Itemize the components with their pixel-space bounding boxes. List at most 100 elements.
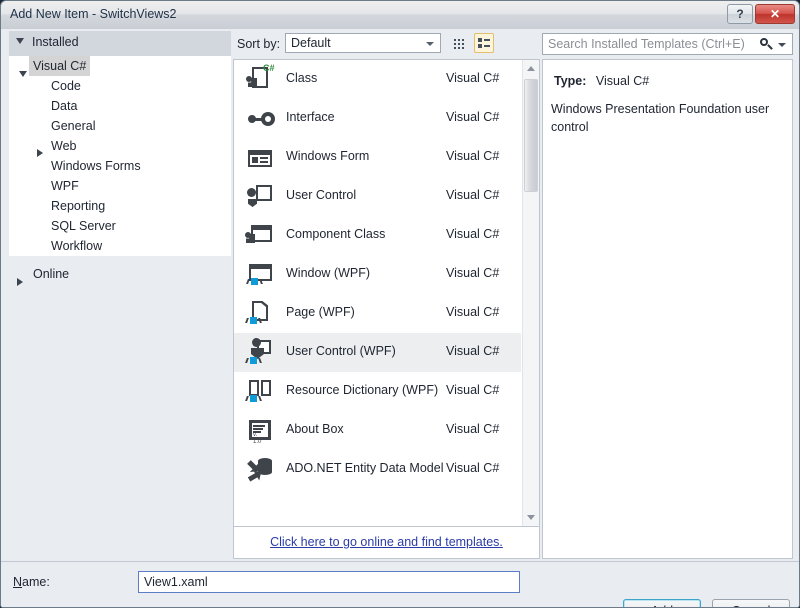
resource-dictionary-wpf-icon bbox=[244, 376, 276, 408]
template-icon bbox=[244, 181, 276, 213]
template-name: Class bbox=[286, 71, 318, 85]
search-placeholder: Search Installed Templates (Ctrl+E) bbox=[548, 37, 745, 51]
close-button[interactable]: ✕ bbox=[755, 4, 795, 24]
tree-item-label: Windows Forms bbox=[51, 159, 141, 173]
dialog-body: Installed Visual C# Code Data General Web Win… bbox=[1, 29, 799, 607]
template-name: ADO.NET Entity Data Model bbox=[286, 461, 444, 475]
tree-item-sql-server[interactable]: SQL Server bbox=[9, 216, 231, 236]
add-button-rest: dd bbox=[659, 604, 673, 607]
sort-by-select[interactable]: Default bbox=[285, 33, 441, 53]
installed-header[interactable]: Installed bbox=[9, 31, 231, 56]
tree-item-wpf[interactable]: WPF bbox=[9, 176, 231, 196]
search-icon[interactable] bbox=[759, 37, 774, 52]
template-language: Visual C# bbox=[446, 422, 500, 436]
window-wpf-icon bbox=[244, 259, 276, 291]
help-icon: ? bbox=[736, 7, 744, 21]
tree-item-reporting[interactable]: Reporting bbox=[9, 196, 231, 216]
template-icon bbox=[244, 337, 276, 369]
tree-item-label: Data bbox=[51, 99, 78, 113]
list-view-button[interactable] bbox=[474, 33, 494, 53]
chevron-down-icon[interactable] bbox=[778, 43, 786, 47]
tree-item-label: Workflow bbox=[51, 239, 103, 253]
tree-item-windows-forms[interactable]: Windows Forms bbox=[9, 156, 231, 176]
about-box-icon: v. 1.0 bbox=[244, 415, 276, 447]
title-bar: Add New Item - SwitchViews2 ? ✕ bbox=[1, 1, 799, 30]
windows-form-icon bbox=[244, 142, 276, 174]
template-list-item[interactable]: User Control Visual C# bbox=[234, 177, 521, 216]
template-list[interactable]: C# Class Visual C# Interface Visual C# Window… bbox=[233, 59, 540, 527]
name-label: Name: bbox=[13, 575, 50, 589]
template-list-item[interactable]: Window (WPF) Visual C# bbox=[234, 255, 521, 294]
tree-item-label: WPF bbox=[51, 179, 79, 193]
name-input[interactable]: View1.xaml bbox=[138, 571, 520, 593]
help-button[interactable]: ? bbox=[727, 4, 753, 24]
tree-item-web[interactable]: Web bbox=[9, 136, 231, 157]
template-list-item[interactable]: C# Class Visual C# bbox=[234, 60, 521, 99]
template-list-item[interactable]: Page (WPF) Visual C# bbox=[234, 294, 521, 333]
tree-item-visual-c-[interactable]: Visual C# bbox=[9, 56, 231, 77]
template-language: Visual C# bbox=[446, 227, 500, 241]
sort-by-label: Sort by: bbox=[237, 37, 281, 51]
tree-item-label: General bbox=[51, 119, 96, 133]
name-label-rest: ame: bbox=[22, 575, 50, 589]
detail-type-value: Visual C# bbox=[595, 74, 650, 88]
tree-item-online-label: Online bbox=[33, 267, 70, 281]
scrollbar-thumb[interactable] bbox=[524, 79, 538, 192]
template-name: Windows Form bbox=[286, 149, 370, 163]
small-icons-view-button[interactable] bbox=[449, 33, 469, 53]
user-control-wpf-icon bbox=[244, 337, 276, 369]
template-list-item[interactable]: v. 1.0 About Box Visual C# bbox=[234, 411, 521, 450]
interface-icon bbox=[244, 103, 276, 135]
tree-item-code[interactable]: Code bbox=[9, 76, 231, 96]
class-icon: C# bbox=[244, 64, 276, 96]
template-name: About Box bbox=[286, 422, 344, 436]
template-language: Visual C# bbox=[446, 383, 500, 397]
tree-item-general[interactable]: General bbox=[9, 116, 231, 136]
tree-item-online[interactable]: Online bbox=[9, 263, 231, 286]
template-icon bbox=[244, 376, 276, 408]
tree-item-workflow[interactable]: Workflow bbox=[9, 236, 231, 256]
template-icon bbox=[244, 454, 276, 486]
online-templates-link[interactable]: Click here to go online and find templat… bbox=[234, 535, 539, 549]
template-list-item[interactable]: Interface Visual C# bbox=[234, 99, 521, 138]
template-list-scrollbar[interactable] bbox=[522, 60, 539, 526]
template-icon bbox=[244, 142, 276, 174]
template-name: Page (WPF) bbox=[286, 305, 355, 319]
add-button[interactable]: Add bbox=[623, 599, 701, 607]
detail-type-label: Type: bbox=[554, 74, 587, 88]
template-name: User Control (WPF) bbox=[286, 344, 396, 358]
add-new-item-dialog: Add New Item - SwitchViews2 ? ✕ Installe… bbox=[0, 0, 800, 608]
installed-panel: Installed Visual C# Code Data General Web Win… bbox=[9, 31, 231, 539]
template-language: Visual C# bbox=[446, 266, 500, 280]
chevron-down-icon bbox=[16, 38, 24, 44]
component-class-icon bbox=[244, 220, 276, 252]
tree-item-label: Code bbox=[51, 79, 81, 93]
chevron-down-icon bbox=[426, 42, 434, 46]
user-control-icon bbox=[244, 181, 276, 213]
template-language: Visual C# bbox=[446, 461, 500, 475]
scroll-down-button[interactable] bbox=[523, 509, 539, 526]
template-icon bbox=[244, 103, 276, 135]
template-icon: C# bbox=[244, 64, 276, 96]
template-list-item[interactable]: User Control (WPF) Visual C# bbox=[234, 333, 521, 372]
template-language: Visual C# bbox=[446, 188, 500, 202]
template-language: Visual C# bbox=[446, 110, 500, 124]
search-input[interactable]: Search Installed Templates (Ctrl+E) bbox=[542, 33, 793, 55]
detail-type-row: Type: Visual C# bbox=[554, 74, 649, 88]
close-icon: ✕ bbox=[769, 7, 781, 21]
tree-item-label: Visual C# bbox=[29, 56, 91, 76]
template-list-item[interactable]: Windows Form Visual C# bbox=[234, 138, 521, 177]
tree-item-data[interactable]: Data bbox=[9, 96, 231, 116]
template-list-item[interactable]: ADO.NET Entity Data Model Visual C# bbox=[234, 450, 521, 489]
template-list-item[interactable]: Component Class Visual C# bbox=[234, 216, 521, 255]
template-name: Component Class bbox=[286, 227, 386, 241]
scroll-up-button[interactable] bbox=[523, 60, 539, 77]
sort-by-value: Default bbox=[291, 36, 331, 50]
template-language: Visual C# bbox=[446, 344, 500, 358]
ado-net-entity-data-model-icon bbox=[244, 454, 276, 486]
chevron-up-icon bbox=[527, 66, 535, 71]
cancel-button[interactable]: Cancel bbox=[712, 599, 790, 607]
online-templates-bar: Click here to go online and find templat… bbox=[233, 527, 540, 559]
installed-header-label: Installed bbox=[32, 35, 79, 49]
template-list-item[interactable]: Resource Dictionary (WPF) Visual C# bbox=[234, 372, 521, 411]
